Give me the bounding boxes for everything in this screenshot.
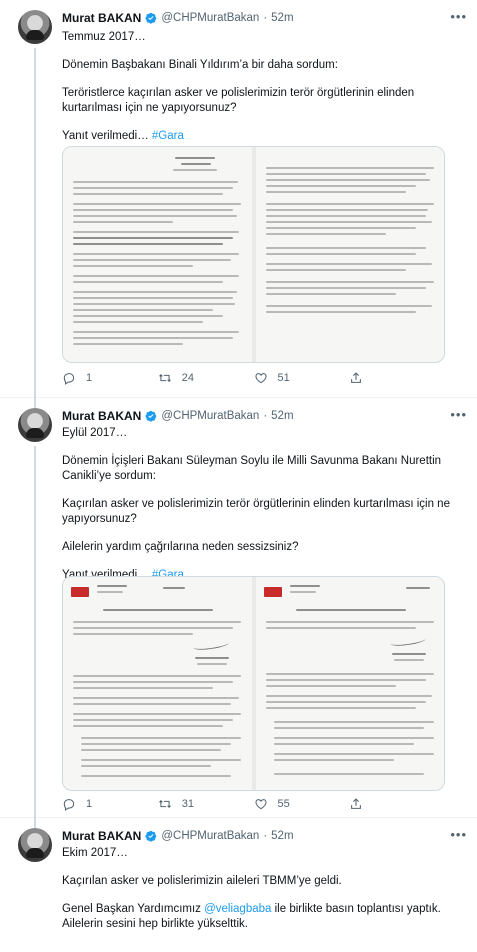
tweet-paragraph: Dönemin İçişleri Bakanı Süleyman Soylu i… [62,455,442,482]
avatar[interactable] [18,828,52,862]
share-button[interactable] [349,797,445,811]
tweet-paragraph: Teröristlerce kaçırılan asker ve polisle… [62,87,415,114]
author-handle[interactable]: @CHPMuratBakan [161,12,259,24]
author-name[interactable]: Murat BAKAN [62,829,141,843]
mention-link[interactable]: @veliagbaba [204,903,271,915]
tweet[interactable]: Murat BAKAN @CHPMuratBakan · 52m ••• Eki… [0,810,477,952]
tweet-paragraph: Temmuz 2017… [62,31,146,43]
tweet-actions: 1 31 55 [62,796,445,812]
verified-badge-icon [145,830,157,842]
more-icon[interactable]: ••• [450,827,467,842]
reply-button[interactable]: 1 [62,797,158,811]
more-icon[interactable]: ••• [450,407,467,422]
tweet-paragraph: Ekim 2017… [62,847,128,859]
tweet-header: Murat BAKAN @CHPMuratBakan · 52m ••• [62,407,467,424]
like-icon [254,373,267,384]
tweet-text: Ekim 2017… Kaçırılan asker ve polislerim… [62,846,463,945]
retweet-icon [158,800,171,808]
like-count: 55 [277,798,290,810]
thread-line [34,810,36,824]
author-name[interactable]: Murat BAKAN [62,11,141,25]
separator-dot: · [263,830,268,842]
like-count: 51 [277,372,290,384]
tweet-header: Murat BAKAN @CHPMuratBakan · 52m ••• [62,827,467,844]
author-handle[interactable]: @CHPMuratBakan [161,410,259,422]
reply-count: 1 [86,798,93,810]
reply-button[interactable]: 1 [62,371,158,385]
tweet[interactable]: Murat BAKAN @CHPMuratBakan · 52m ••• Eyl… [0,390,477,829]
tweet-time[interactable]: 52m [271,830,293,842]
document-image-right[interactable] [255,577,444,790]
document-image-right[interactable] [255,147,444,362]
tweet-text-span: Genel Başkan Yardımcımız [62,903,205,915]
separator-dot: · [263,410,268,422]
like-icon [254,799,267,810]
verified-badge-icon [145,12,157,24]
tweet-media[interactable] [62,576,445,791]
avatar[interactable] [18,10,52,44]
share-button[interactable] [349,371,445,385]
author-handle[interactable]: @CHPMuratBakan [161,830,259,842]
thread-line [34,446,36,829]
tweet-text: Temmuz 2017… Dönemin Başbakanı Binali Yı… [62,30,463,157]
hashtag-link[interactable]: #Gara [152,130,184,142]
tweet-paragraph: Dönemin Başbakanı Binali Yıldırım’a bir … [62,59,338,71]
verified-badge-icon [145,410,157,422]
like-button[interactable]: 51 [254,371,350,385]
thread-line [34,390,36,404]
document-image-left[interactable] [63,147,252,362]
share-icon [351,798,362,809]
retweet-icon [158,374,171,382]
thread-line [34,48,36,409]
document-image-left[interactable] [63,577,252,790]
tweet-paragraph: Eylül 2017… [62,427,128,439]
avatar[interactable] [18,408,52,442]
tweet-text: Eylül 2017… Dönemin İçişleri Bakanı Süle… [62,426,463,596]
tweet-paragraph: Kaçırılan asker ve polislerimizin ailele… [62,875,342,887]
share-icon [351,372,362,383]
tweet-paragraph: Ailelerin yardım çağrılarına neden sessi… [62,541,299,553]
tweet-header: Murat BAKAN @CHPMuratBakan · 52m ••• [62,9,467,26]
retweet-count: 31 [181,798,194,810]
reply-icon [63,373,75,385]
like-button[interactable]: 55 [254,797,350,811]
retweet-button[interactable]: 31 [158,797,254,811]
author-name[interactable]: Murat BAKAN [62,409,141,423]
tweet-paragraph: Kaçırılan asker ve polislerimizin terör … [62,498,450,525]
tweet-paragraph: Yanıt verilmedi… #Gara [62,129,463,144]
tweet-text-span: Yanıt verilmedi… [62,130,152,142]
more-icon[interactable]: ••• [450,9,467,24]
tweet[interactable]: Murat BAKAN @CHPMuratBakan · 52m ••• Tem… [0,0,477,409]
reply-icon [63,799,75,811]
tweet-actions: 1 24 51 [62,370,445,386]
retweet-count: 24 [181,372,194,384]
tweet-time[interactable]: 52m [271,410,293,422]
tweet-media[interactable] [62,146,445,363]
reply-count: 1 [86,372,93,384]
tweet-paragraph: Genel Başkan Yardımcımız @veliagbaba ile… [62,902,463,932]
retweet-button[interactable]: 24 [158,371,254,385]
separator-dot: · [263,12,268,24]
tweet-time[interactable]: 52m [271,12,293,24]
